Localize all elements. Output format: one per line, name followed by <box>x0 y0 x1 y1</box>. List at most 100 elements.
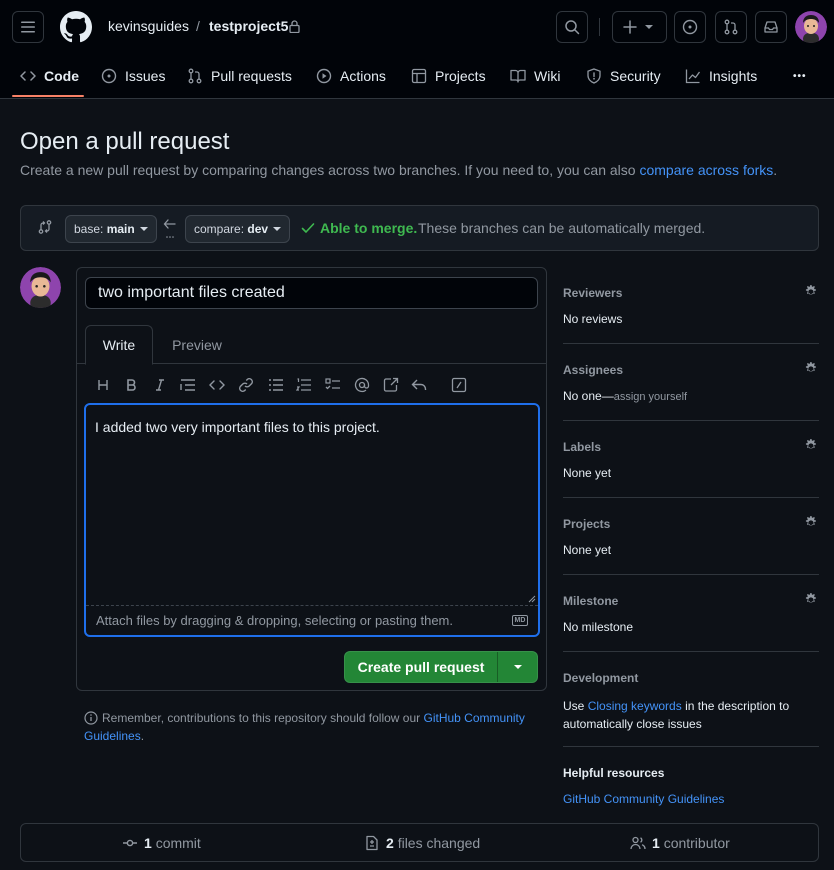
commits-label: commit <box>155 834 201 851</box>
sidebar-milestone: Milestone No milestone <box>563 575 819 652</box>
tab-projects[interactable]: Projects <box>411 56 486 96</box>
development-title: Development <box>563 671 639 685</box>
markdown-icon: MD <box>512 615 528 626</box>
header-divider <box>599 18 600 36</box>
projects-title: Projects <box>563 517 611 531</box>
closing-keywords-link[interactable]: Closing keywords <box>588 699 682 713</box>
page-subtitle: Create a new pull request by comparing c… <box>20 162 777 178</box>
tab-issues[interactable]: Issues <box>101 56 165 96</box>
assignees-value: No one—assign yourself <box>563 389 688 403</box>
hamburger-menu-button[interactable] <box>12 11 44 43</box>
unordered-list-icon[interactable] <box>266 375 286 395</box>
projects-value: None yet <box>563 543 612 557</box>
contributors-label: contributor <box>663 834 730 851</box>
shield-icon <box>587 68 601 84</box>
chevron-down-icon <box>513 665 522 669</box>
labels-gear-icon[interactable] <box>803 438 819 454</box>
reviewers-gear-icon[interactable] <box>803 284 819 300</box>
contribution-guidelines-notice: Remember, contributions to this reposito… <box>84 709 544 745</box>
ordered-list-icon[interactable] <box>294 375 314 395</box>
files-changed-summary[interactable]: 2 files changed <box>364 824 480 861</box>
pr-body-textarea[interactable]: I added two very important files to this… <box>84 403 540 637</box>
tab-actions[interactable]: Actions <box>316 56 386 96</box>
book-icon <box>510 69 526 83</box>
more-tabs-button[interactable]: ••• <box>793 56 807 96</box>
base-branch-select[interactable]: base: main <box>65 215 157 243</box>
pull-request-icon <box>724 19 738 35</box>
plus-icon <box>623 20 637 34</box>
mention-icon[interactable] <box>352 375 372 395</box>
pr-title-input[interactable]: two important files created <box>85 277 538 309</box>
sidebar-labels: Labels None yet <box>563 421 819 498</box>
hamburger-icon <box>21 21 35 33</box>
heading-icon[interactable] <box>93 375 113 395</box>
app-header: kevinsguides / testproject5 Code Issues … <box>0 0 834 99</box>
task-list-icon[interactable] <box>323 375 343 395</box>
cross-reference-icon[interactable] <box>381 375 401 395</box>
attach-files-area[interactable]: Attach files by dragging & dropping, sel… <box>86 605 538 635</box>
author-avatar[interactable] <box>20 267 61 308</box>
commits-summary[interactable]: 1 commit <box>122 824 201 861</box>
compare-across-forks-link[interactable]: compare across forks <box>639 162 773 178</box>
repo-name-link[interactable]: testproject5 <box>209 18 288 34</box>
milestone-gear-icon[interactable] <box>803 592 819 608</box>
file-diff-icon <box>366 835 378 850</box>
user-avatar[interactable] <box>795 11 827 43</box>
resize-handle-icon[interactable] <box>528 595 536 603</box>
italic-icon[interactable] <box>150 375 170 395</box>
inbox-icon <box>764 21 778 33</box>
development-text: Use Closing keywords in the description … <box>563 699 790 731</box>
issue-icon <box>682 19 698 35</box>
tab-insights-label: Insights <box>709 68 758 84</box>
assign-yourself-link[interactable]: assign yourself <box>614 391 687 403</box>
contributors-count: 1 <box>652 834 660 851</box>
tab-wiki[interactable]: Wiki <box>510 56 560 96</box>
tab-code-label: Code <box>44 68 79 84</box>
labels-title: Labels <box>563 440 602 454</box>
check-icon <box>301 222 315 234</box>
editor-tabs: Write Preview <box>77 325 546 365</box>
pull-requests-button[interactable] <box>715 11 747 43</box>
pull-request-icon <box>188 68 202 84</box>
github-logo-icon[interactable] <box>60 11 92 43</box>
base-branch-label: base: main <box>74 222 135 236</box>
notice-text: Remember, contributions to this reposito… <box>102 711 424 725</box>
lock-icon <box>289 20 300 33</box>
slash-commands-icon[interactable] <box>449 375 469 395</box>
left-arrow-icon <box>162 217 178 239</box>
create-options-dropdown[interactable] <box>498 652 537 682</box>
page-title: Open a pull request <box>20 128 230 155</box>
contributors-summary[interactable]: 1 contributor <box>630 824 730 861</box>
active-tab-indicator <box>12 95 84 97</box>
bold-icon[interactable] <box>121 375 141 395</box>
reviewers-value: No reviews <box>563 312 623 326</box>
code-icon[interactable] <box>207 375 227 395</box>
tab-security[interactable]: Security <box>586 56 661 96</box>
repo-owner-link[interactable]: kevinsguides <box>108 18 189 34</box>
tab-pull-requests-label: Pull requests <box>211 68 292 84</box>
inbox-button[interactable] <box>755 11 787 43</box>
tab-code[interactable]: Code <box>20 56 79 96</box>
assignees-gear-icon[interactable] <box>803 361 819 377</box>
compare-arrows-icon <box>37 219 53 235</box>
issues-button[interactable] <box>674 11 706 43</box>
tab-write[interactable]: Write <box>85 325 153 365</box>
reply-icon[interactable] <box>409 375 429 395</box>
commits-count: 1 <box>144 834 152 851</box>
tab-insights[interactable]: Insights <box>685 56 757 96</box>
create-pull-request-button[interactable]: Create pull request <box>345 652 498 682</box>
tab-pull-requests[interactable]: Pull requests <box>187 56 292 96</box>
sidebar: Reviewers No reviews Assignees No one—as… <box>563 267 819 827</box>
helpful-guidelines-link[interactable]: GitHub Community Guidelines <box>563 792 724 806</box>
create-new-button[interactable] <box>612 11 667 43</box>
notice-end: . <box>140 729 145 743</box>
merge-detail: These branches can be automatically merg… <box>418 220 706 236</box>
search-button[interactable] <box>556 11 588 43</box>
compare-branch-select[interactable]: compare: dev <box>185 215 291 243</box>
projects-gear-icon[interactable] <box>803 515 819 531</box>
subtitle-text: Create a new pull request by comparing c… <box>20 162 640 178</box>
tab-preview[interactable]: Preview <box>159 325 235 365</box>
link-icon[interactable] <box>236 375 256 395</box>
quote-icon[interactable] <box>178 375 198 395</box>
create-pull-request-button-group: Create pull request <box>344 651 538 683</box>
